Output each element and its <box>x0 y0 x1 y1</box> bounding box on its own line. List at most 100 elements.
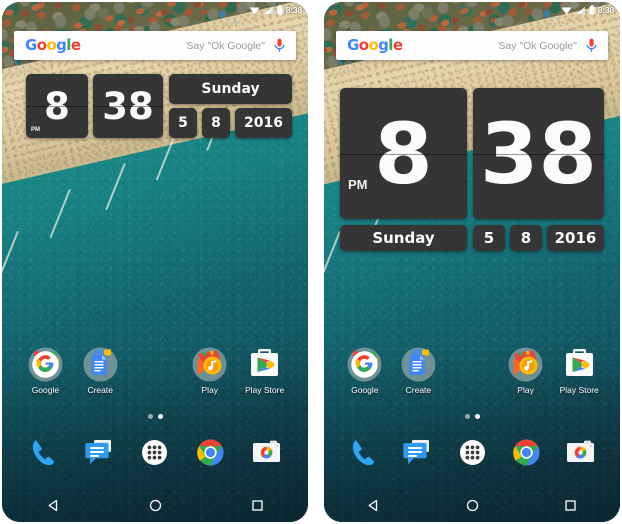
camera-icon <box>564 436 597 469</box>
clock-weekday-tile[interactable]: Sunday <box>340 225 467 251</box>
chrome-icon <box>194 436 227 469</box>
clock-month-tile[interactable]: 8 <box>510 225 542 251</box>
play-music-icon <box>507 346 544 383</box>
clock-minute-tile[interactable]: 38 <box>93 74 163 138</box>
back-nav-button[interactable] <box>2 499 104 512</box>
camera-icon <box>250 436 283 469</box>
navigation-bar <box>2 488 308 522</box>
app-grid: Google Create Play Play Store <box>324 346 620 395</box>
microphone-icon[interactable] <box>586 38 597 53</box>
app-grid: Google Create Play Play Store <box>2 346 308 395</box>
clock-minute-tile[interactable]: 38 <box>473 88 604 219</box>
search-hint: Say "Ok Google" <box>186 39 265 52</box>
dock-item-camera[interactable] <box>238 436 294 469</box>
clock-day-tile[interactable]: 5 <box>169 108 197 138</box>
recents-nav-icon <box>251 499 264 512</box>
app-label: Play <box>201 385 219 395</box>
play-store-icon <box>561 346 598 383</box>
recents-nav-button[interactable] <box>521 499 620 512</box>
app-label: Play Store <box>559 385 599 395</box>
dock <box>2 436 308 469</box>
home-nav-button[interactable] <box>104 499 206 512</box>
app-icon-google[interactable]: Google <box>338 346 392 395</box>
battery-icon <box>589 5 595 15</box>
dock-item-phone[interactable] <box>16 436 72 469</box>
signal-icon <box>263 6 274 15</box>
app-icon-play-store[interactable]: Play Store <box>552 346 606 395</box>
recents-nav-icon <box>564 499 577 512</box>
status-clock: 8:38 <box>285 4 302 15</box>
page-dot[interactable] <box>147 414 153 419</box>
clock-month-tile[interactable]: 8 <box>202 108 230 138</box>
clock-hour-value: 8 <box>374 104 433 203</box>
dock-item-chrome[interactable] <box>183 436 239 469</box>
clock-day-tile[interactable]: 5 <box>473 225 505 251</box>
google-docs-icon <box>400 346 437 383</box>
messages-icon <box>401 436 434 469</box>
phone-screen-right: 8:38 Google Say "Ok Google" 8 PM 38 Sund… <box>324 2 620 522</box>
battery-icon <box>277 5 283 15</box>
status-clock: 8:38 <box>597 4 614 15</box>
app-drawer-icon <box>138 436 171 469</box>
home-nav-icon <box>149 499 162 512</box>
dock-item-messages[interactable] <box>390 436 444 469</box>
google-logo: Google <box>347 36 403 54</box>
clock-ampm-label: PM <box>348 177 368 192</box>
app-icon-google[interactable]: Google <box>18 346 73 395</box>
page-dot-active[interactable] <box>474 414 480 419</box>
play-music-icon <box>191 346 228 383</box>
dock-item-phone[interactable] <box>336 436 390 469</box>
navigation-bar <box>324 488 620 522</box>
recents-nav-button[interactable] <box>206 499 308 512</box>
clock-year-tile[interactable]: 2016 <box>547 225 604 251</box>
clock-hour-tile[interactable]: 8 PM <box>340 88 467 219</box>
dock-item-messages[interactable] <box>72 436 128 469</box>
screenshot-stage: 8:38 Google Say "Ok Google" 8 PM 38 Sund… <box>0 0 622 524</box>
clock-weekday-tile[interactable]: Sunday <box>169 74 292 104</box>
phone-icon <box>27 436 60 469</box>
dock-item-camera[interactable] <box>554 436 608 469</box>
page-indicator <box>2 414 308 419</box>
dock <box>324 436 620 469</box>
clock-minute-value: 38 <box>102 84 154 128</box>
microphone-icon[interactable] <box>274 38 285 53</box>
clock-hour-tile[interactable]: 8 PM <box>26 74 88 138</box>
chrome-icon <box>510 436 543 469</box>
app-icon-play[interactable]: Play <box>182 346 237 395</box>
status-bar: 8:38 <box>324 2 620 18</box>
app-label: Google <box>351 385 379 395</box>
app-label: Play <box>517 385 534 395</box>
app-icon-play-store[interactable]: Play Store <box>237 346 292 395</box>
dock-item-app-drawer[interactable] <box>445 436 499 469</box>
clock-ampm-label: PM <box>31 127 40 133</box>
google-search-bar[interactable]: Google Say "Ok Google" <box>336 31 608 60</box>
clock-minute-value: 38 <box>480 104 597 203</box>
clock-year-tile[interactable]: 2016 <box>235 108 292 138</box>
app-label: Create <box>87 385 113 395</box>
google-search-bar[interactable]: Google Say "Ok Google" <box>14 31 296 60</box>
google-logo: Google <box>25 36 81 54</box>
phone-screen-left: 8:38 Google Say "Ok Google" 8 PM 38 Sund… <box>2 2 308 522</box>
app-icon-play[interactable]: Play <box>499 346 553 395</box>
wifi-icon <box>249 6 260 15</box>
app-label: Create <box>405 385 432 395</box>
google-app-icon <box>346 346 383 383</box>
app-icon-create[interactable]: Create <box>73 346 128 395</box>
page-dot[interactable] <box>464 414 470 419</box>
messages-icon <box>83 436 116 469</box>
wifi-icon <box>561 6 572 15</box>
page-dot-active[interactable] <box>157 414 163 419</box>
app-icon-create[interactable]: Create <box>392 346 446 395</box>
dock-item-app-drawer[interactable] <box>127 436 183 469</box>
phone-icon <box>347 436 380 469</box>
back-nav-icon <box>47 499 60 512</box>
app-label: Google <box>31 385 60 395</box>
flip-clock-widget[interactable]: 8 PM 38 Sunday 5 8 2016 <box>340 88 604 251</box>
dock-item-chrome[interactable] <box>499 436 553 469</box>
search-hint: Say "Ok Google" <box>498 39 577 52</box>
google-app-icon <box>27 346 64 383</box>
app-drawer-icon <box>456 436 489 469</box>
flip-clock-widget[interactable]: 8 PM 38 Sunday 5 8 2016 <box>26 74 292 138</box>
home-nav-button[interactable] <box>423 499 522 512</box>
back-nav-button[interactable] <box>324 499 423 512</box>
